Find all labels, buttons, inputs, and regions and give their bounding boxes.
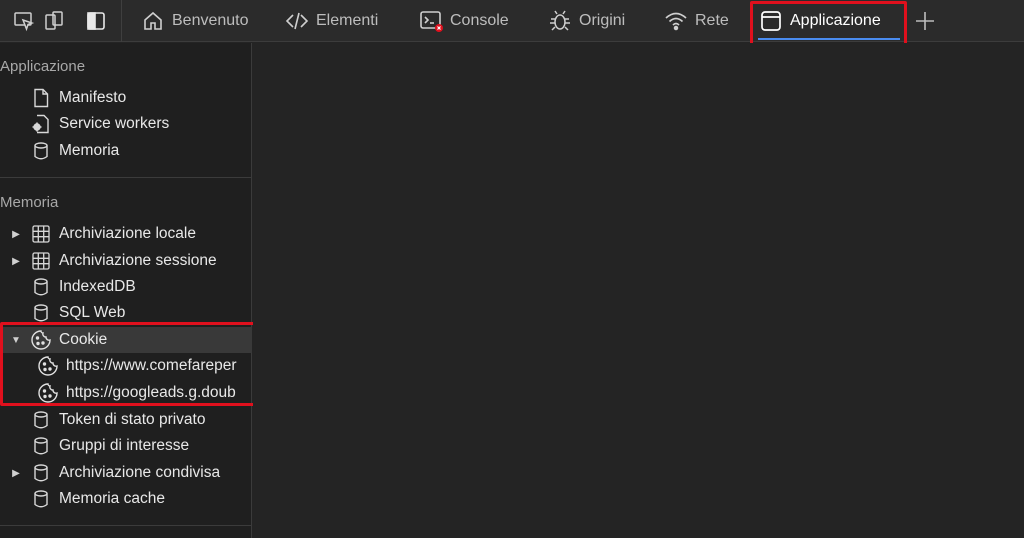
database-icon xyxy=(30,462,52,484)
home-icon xyxy=(141,9,165,33)
sidebar-item-indexeddb[interactable]: IndexedDB xyxy=(0,274,252,300)
tab-origini[interactable]: Origini xyxy=(548,0,625,42)
sidebar-item-label: Archiviazione condivisa xyxy=(59,464,221,481)
sidebar-item-memoria-cache[interactable]: Memoria cache xyxy=(0,486,252,512)
tab-benvenuto[interactable]: Benvenuto xyxy=(141,0,249,42)
sidebar-item-gruppi-interesse[interactable]: Gruppi di interesse xyxy=(0,433,252,459)
expand-arrow-icon[interactable]: ▶ xyxy=(9,256,23,267)
expand-arrow-icon[interactable]: ▶ xyxy=(9,229,23,240)
toggle-sidebar-icon[interactable] xyxy=(85,10,107,32)
section-divider xyxy=(0,525,252,526)
tab-label: Console xyxy=(450,12,509,29)
database-icon xyxy=(30,276,52,298)
sidebar-item-label: Archiviazione sessione xyxy=(59,252,217,269)
tab-rete[interactable]: Rete xyxy=(664,0,729,42)
sidebar-item-label: IndexedDB xyxy=(59,278,136,295)
database-icon xyxy=(30,302,52,324)
section-title-memoria: Memoria xyxy=(0,194,59,211)
wifi-icon xyxy=(664,9,688,33)
highlight-box-tab xyxy=(750,1,907,46)
sidebar-item-label: Gruppi di interesse xyxy=(59,437,190,454)
database-icon xyxy=(30,488,52,510)
sidebar-item-archiviazione-sessione[interactable]: ▶ Archiviazione sessione xyxy=(0,248,252,274)
sidebar-item-memoria[interactable]: Memoria xyxy=(0,138,252,164)
tab-label: Elementi xyxy=(316,12,379,29)
toolbar-separator xyxy=(121,0,122,42)
device-emulation-icon[interactable] xyxy=(43,10,65,32)
inspect-element-icon[interactable] xyxy=(13,10,35,32)
sidebar-item-label: Token di stato privato xyxy=(59,411,206,428)
section-title-applicazione: Applicazione xyxy=(0,58,86,75)
gear-file-icon xyxy=(30,113,52,135)
tab-console[interactable]: Console xyxy=(419,0,509,42)
sidebar-item-manifesto[interactable]: Manifesto xyxy=(0,85,252,111)
grid-icon xyxy=(30,223,52,245)
tab-label: Benvenuto xyxy=(172,12,249,29)
database-icon xyxy=(30,435,52,457)
expand-arrow-icon[interactable]: ▶ xyxy=(9,468,23,479)
tab-elementi[interactable]: Elementi xyxy=(285,0,378,42)
file-icon xyxy=(30,87,52,109)
sidebar-item-label: Service workers xyxy=(59,115,170,132)
sidebar-item-label: Memoria xyxy=(59,142,120,159)
sidebar-item-service-workers[interactable]: Service workers xyxy=(0,111,252,137)
sidebar-item-archiviazione-condivisa[interactable]: ▶ Archiviazione condivisa xyxy=(0,460,252,486)
bug-icon xyxy=(548,9,572,33)
sidebar-item-label: Memoria cache xyxy=(59,490,165,507)
grid-icon xyxy=(30,250,52,272)
console-icon xyxy=(419,9,443,33)
plus-icon[interactable] xyxy=(913,9,937,33)
sidebar-item-label: SQL Web xyxy=(59,304,126,321)
sidebar-item-label: Archiviazione locale xyxy=(59,225,196,242)
code-icon xyxy=(285,9,309,33)
application-sidebar: Applicazione Manifesto Service workers M… xyxy=(0,43,256,538)
sidebar-item-token-stato-privato[interactable]: Token di stato privato xyxy=(0,407,252,433)
highlight-box-cookie xyxy=(0,322,256,406)
sidebar-item-label: Manifesto xyxy=(59,89,127,106)
tab-label: Rete xyxy=(695,12,729,29)
sidebar-item-archiviazione-locale[interactable]: ▶ Archiviazione locale xyxy=(0,221,252,247)
database-icon xyxy=(30,409,52,431)
tab-label: Origini xyxy=(579,12,626,29)
database-icon xyxy=(30,140,52,162)
section-divider xyxy=(0,177,252,178)
devtools-toolbar: Benvenuto Elementi Console Origini Rete … xyxy=(0,0,1024,46)
main-panel xyxy=(253,43,1024,538)
